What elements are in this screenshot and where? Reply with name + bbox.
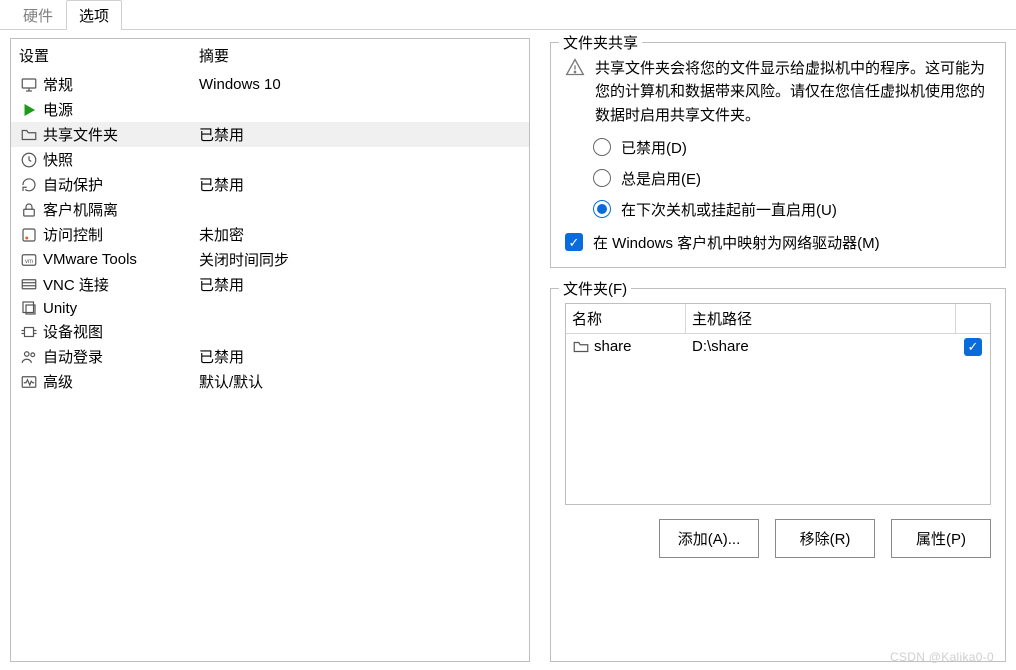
windows-icon: [19, 299, 39, 317]
settings-row-summary: 已禁用: [199, 274, 523, 295]
chip-icon: [19, 323, 39, 341]
radio-disabled[interactable]: 已禁用(D): [593, 137, 991, 158]
settings-row[interactable]: 共享文件夹已禁用: [11, 122, 529, 147]
vm-icon: vm: [19, 251, 39, 269]
settings-row[interactable]: 常规Windows 10: [11, 72, 529, 97]
remove-folder-button[interactable]: 移除(R): [775, 519, 875, 558]
warning-icon: [565, 57, 585, 127]
settings-row[interactable]: 高级默认/默认: [11, 369, 529, 394]
folder-enabled-checkbox[interactable]: [964, 338, 982, 356]
checkbox-icon: [565, 233, 583, 251]
settings-row-summary: 关闭时间同步: [199, 249, 523, 270]
svg-text:vm: vm: [25, 259, 33, 265]
vnc-icon: [19, 276, 39, 294]
column-header-hostpath: 主机路径: [686, 304, 956, 333]
settings-row[interactable]: 快照: [11, 147, 529, 172]
settings-row-label: 自动保护: [39, 174, 199, 195]
radio-icon: [593, 200, 611, 218]
radio-always-enabled[interactable]: 总是启用(E): [593, 168, 991, 189]
checkbox-label: 在 Windows 客户机中映射为网络驱动器(M): [593, 232, 880, 253]
monitor-icon: [19, 76, 39, 94]
radio-until-poweroff[interactable]: 在下次关机或挂起前一直启用(U): [593, 199, 991, 220]
shield-icon: [19, 226, 39, 244]
sharing-warning-text: 共享文件夹会将您的文件显示给虚拟机中的程序。这可能为您的计算机和数据带来风险。请…: [595, 57, 991, 127]
settings-row[interactable]: 自动保护已禁用: [11, 172, 529, 197]
radio-label: 已禁用(D): [621, 137, 687, 158]
settings-row[interactable]: vm VMware Tools关闭时间同步: [11, 247, 529, 272]
watermark: CSDN @Kalika0-0: [890, 650, 994, 664]
settings-row[interactable]: 客户机隔离: [11, 197, 529, 222]
settings-row-summary: 已禁用: [199, 124, 523, 145]
folder-row[interactable]: share D:\share: [566, 334, 990, 360]
group-folders: 文件夹(F) 名称 主机路径 shareD:\share 添加(A)... 移除…: [550, 288, 1006, 662]
settings-row-label: 共享文件夹: [39, 124, 199, 145]
tab-hardware[interactable]: 硬件: [10, 0, 66, 30]
settings-row-label: 自动登录: [39, 346, 199, 367]
group-folder-sharing: 文件夹共享 共享文件夹会将您的文件显示给虚拟机中的程序。这可能为您的计算机和数据…: [550, 42, 1006, 268]
radio-label: 总是启用(E): [621, 168, 701, 189]
settings-row-label: 访问控制: [39, 224, 199, 245]
tab-bar: 硬件 选项: [0, 0, 1016, 30]
settings-row-summary: 已禁用: [199, 174, 523, 195]
column-header-name: 名称: [566, 304, 686, 333]
group-folders-title: 文件夹(F): [559, 278, 631, 299]
checkbox-map-network-drive[interactable]: 在 Windows 客户机中映射为网络驱动器(M): [565, 232, 991, 253]
folder-name: share: [594, 338, 632, 355]
settings-row-label: Unity: [39, 300, 199, 317]
folders-table-header: 名称 主机路径: [566, 304, 990, 334]
settings-row[interactable]: 设备视图: [11, 319, 529, 344]
tab-options[interactable]: 选项: [66, 0, 122, 30]
clock-icon: [19, 151, 39, 169]
group-folder-sharing-title: 文件夹共享: [559, 32, 642, 53]
pulse-icon: [19, 373, 39, 391]
settings-row-label: VNC 连接: [39, 274, 199, 295]
settings-row-label: 电源: [39, 99, 199, 120]
radio-icon: [593, 138, 611, 156]
settings-row-label: VMware Tools: [39, 251, 199, 268]
settings-row[interactable]: 电源: [11, 97, 529, 122]
refresh-icon: [19, 176, 39, 194]
settings-row-label: 客户机隔离: [39, 199, 199, 220]
settings-row-summary: 默认/默认: [199, 371, 523, 392]
settings-row[interactable]: 自动登录已禁用: [11, 344, 529, 369]
folder-icon: [19, 126, 39, 144]
settings-row-summary: Windows 10: [199, 76, 523, 93]
settings-row[interactable]: VNC 连接已禁用: [11, 272, 529, 297]
add-folder-button[interactable]: 添加(A)...: [659, 519, 759, 558]
settings-row-summary: 未加密: [199, 224, 523, 245]
settings-row-label: 设备视图: [39, 321, 199, 342]
settings-row[interactable]: Unity: [11, 297, 529, 319]
radio-label: 在下次关机或挂起前一直启用(U): [621, 199, 837, 220]
lock-icon: [19, 201, 39, 219]
settings-row-label: 快照: [39, 149, 199, 170]
properties-button[interactable]: 属性(P): [891, 519, 991, 558]
settings-list: 设置 摘要 常规Windows 10电源共享文件夹已禁用快照自动保护已禁用客户机…: [10, 38, 530, 662]
play-icon: [19, 101, 39, 119]
user-icon: [19, 348, 39, 366]
settings-list-header: 设置 摘要: [11, 39, 529, 72]
settings-row-label: 常规: [39, 74, 199, 95]
folders-table: 名称 主机路径 share D:\share: [565, 303, 991, 505]
settings-row[interactable]: 访问控制未加密: [11, 222, 529, 247]
folder-hostpath: D:\share: [686, 334, 956, 359]
settings-row-label: 高级: [39, 371, 199, 392]
folder-icon: [572, 338, 590, 356]
radio-icon: [593, 169, 611, 187]
column-header-setting: 设置: [19, 45, 199, 66]
settings-row-summary: 已禁用: [199, 346, 523, 367]
column-header-summary: 摘要: [199, 45, 229, 66]
